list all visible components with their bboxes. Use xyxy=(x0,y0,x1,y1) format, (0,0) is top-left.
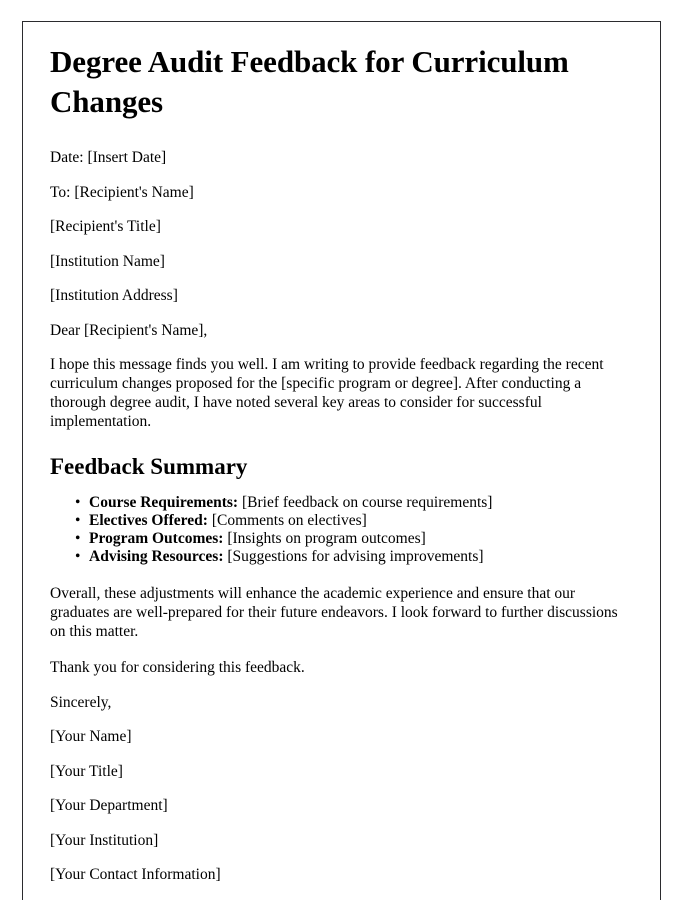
signature-your-department: [Your Department] xyxy=(50,797,168,814)
recipient-name-field: To: [Recipient's Name] xyxy=(50,183,194,201)
signature-your-title: [Your Title] xyxy=(50,762,123,780)
institution-name-field: [Institution Name] xyxy=(50,252,165,270)
list-item-value: [Suggestions for advising improvements] xyxy=(227,548,484,565)
signature-your-institution: [Your Institution] xyxy=(50,831,159,849)
signature-your-name: [Your Name] xyxy=(50,728,132,745)
list-item-value: [Brief feedback on course requirements] xyxy=(241,494,493,511)
institution-address-field: [Institution Address] xyxy=(50,287,178,304)
list-item-label: Electives Offered: xyxy=(89,512,208,529)
list-item-label: Advising Resources: xyxy=(89,548,224,565)
signoff: Sincerely, xyxy=(50,693,112,711)
recipient-title-field: [Recipient's Title] xyxy=(50,218,161,235)
thanks-line: Thank you for considering this feedback. xyxy=(50,659,305,676)
list-item-label: Course Requirements: xyxy=(89,494,239,511)
document-page: Degree Audit Feedback for Curriculum Cha… xyxy=(22,21,661,900)
list-item-value: [Insights on program outcomes] xyxy=(227,530,426,547)
list-item: Electives Offered: [Comments on elective… xyxy=(50,512,628,530)
salutation: Dear [Recipient's Name], xyxy=(50,321,208,339)
section-heading-feedback-summary: Feedback Summary xyxy=(50,454,248,479)
opening-paragraph: I hope this message finds you well. I am… xyxy=(50,356,604,430)
list-item-label: Program Outcomes: xyxy=(89,530,224,547)
feedback-summary-list: Course Requirements: [Brief feedback on … xyxy=(50,494,628,566)
list-item: Program Outcomes: [Insights on program o… xyxy=(50,530,628,548)
signature-your-contact-information: [Your Contact Information] xyxy=(50,866,221,883)
page-title: Degree Audit Feedback for Curriculum Cha… xyxy=(50,44,569,119)
closing-paragraph: Overall, these adjustments will enhance … xyxy=(50,585,618,640)
list-item-value: [Comments on electives] xyxy=(211,512,367,529)
list-item: Course Requirements: [Brief feedback on … xyxy=(50,494,628,512)
list-item: Advising Resources: [Suggestions for adv… xyxy=(50,548,628,566)
date-field: Date: [Insert Date] xyxy=(50,149,167,166)
document-body: Degree Audit Feedback for Curriculum Cha… xyxy=(50,42,628,900)
